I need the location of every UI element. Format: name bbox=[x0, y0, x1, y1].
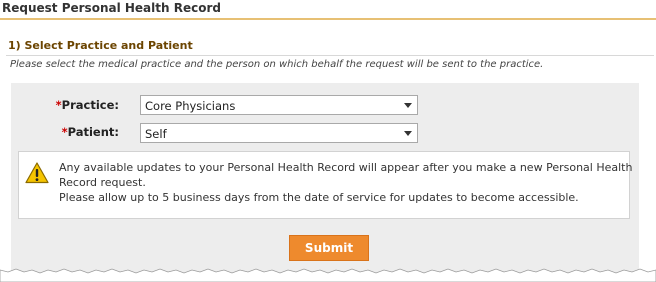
notice-line: Record request. bbox=[59, 176, 146, 189]
notice-text: Any available updates to your Personal H… bbox=[59, 160, 632, 205]
notice-line: Please allow up to 5 business days from … bbox=[59, 191, 579, 204]
patient-select-value: Self bbox=[145, 127, 167, 141]
practice-select-value: Core Physicians bbox=[145, 99, 236, 113]
patient-label: *Patient: bbox=[62, 125, 119, 139]
chevron-down-icon bbox=[404, 131, 412, 136]
section-description: Please select the medical practice and t… bbox=[10, 59, 544, 70]
warning-icon bbox=[25, 162, 49, 184]
submit-button[interactable]: Submit bbox=[289, 235, 369, 261]
torn-edge bbox=[0, 268, 656, 282]
section-title: 1) Select Practice and Patient bbox=[8, 39, 193, 52]
patient-label-text: Patient: bbox=[67, 125, 119, 139]
page-title: Request Personal Health Record bbox=[2, 1, 221, 15]
patient-select[interactable]: Self bbox=[140, 123, 418, 143]
practice-label: *Practice: bbox=[56, 98, 119, 112]
chevron-down-icon bbox=[404, 103, 412, 108]
section-divider bbox=[6, 55, 654, 56]
form-panel: *Practice: Core Physicians *Patient: Sel… bbox=[11, 83, 639, 282]
page-header: Request Personal Health Record bbox=[0, 0, 656, 20]
notice-line: Any available updates to your Personal H… bbox=[59, 161, 633, 174]
notice-box: Any available updates to your Personal H… bbox=[18, 151, 632, 219]
practice-label-text: Practice: bbox=[61, 98, 119, 112]
practice-select[interactable]: Core Physicians bbox=[140, 95, 418, 115]
